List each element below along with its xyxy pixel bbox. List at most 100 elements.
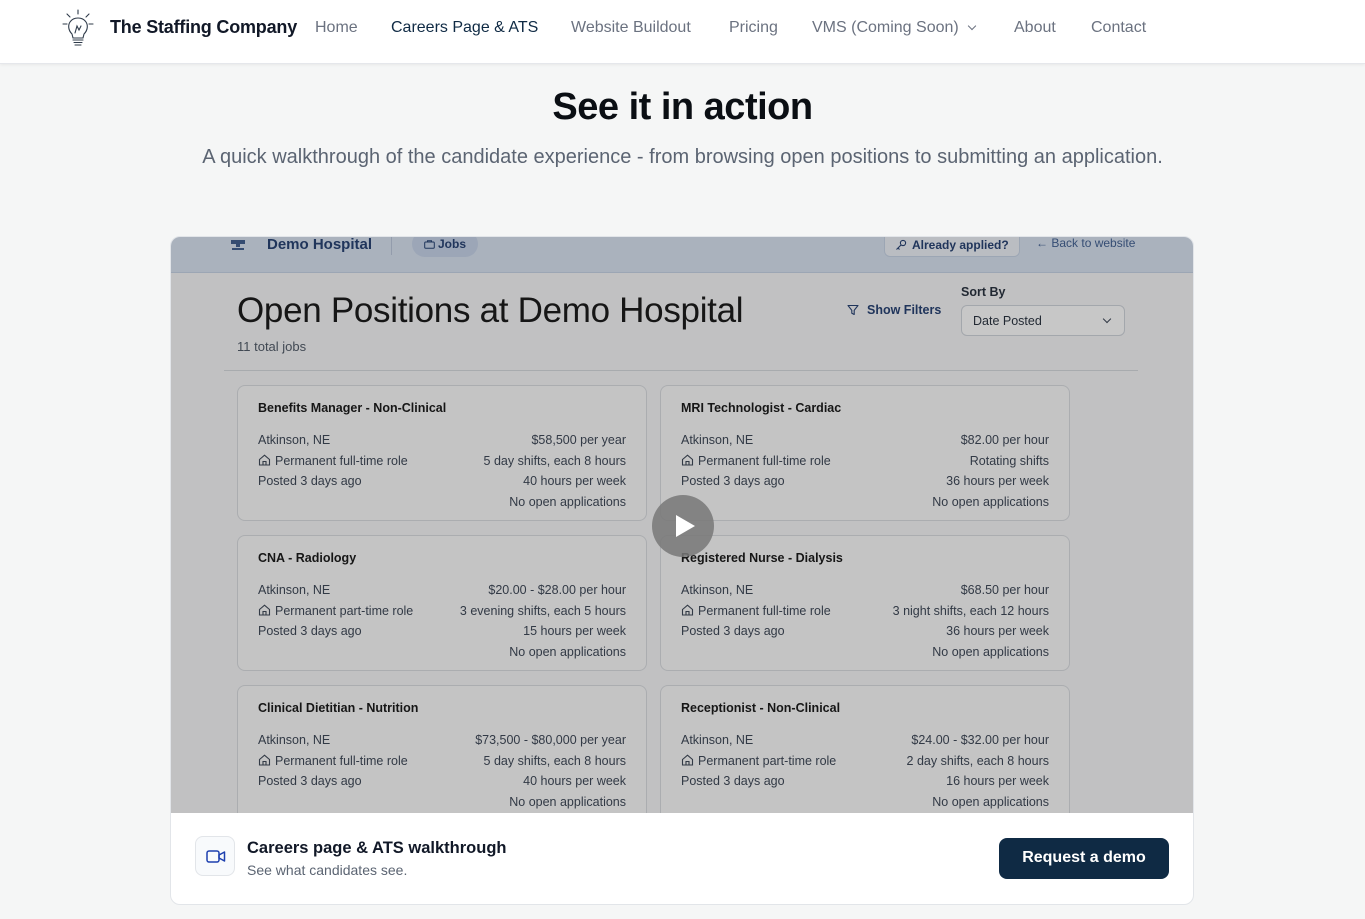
job-applications: No open applications — [932, 794, 1049, 809]
demo-app-header: Demo Hospital Jobs Already applied? ← Ba… — [171, 237, 1193, 273]
job-hours: 36 hours per week — [946, 474, 1049, 488]
header-divider — [391, 237, 392, 255]
job-card: Receptionist - Non-Clinical Atkinson, NE… — [660, 685, 1070, 813]
job-title: Receptionist - Non-Clinical — [681, 701, 841, 715]
job-card: Clinical Dietitian - Nutrition Atkinson,… — [237, 685, 647, 813]
home-icon — [258, 453, 271, 466]
job-details-left: Atkinson, NE Permanent full-time role Po… — [258, 430, 408, 492]
job-location: Atkinson, NE — [258, 433, 331, 447]
job-role-label: Permanent full-time role — [698, 603, 831, 618]
demo-sort-select: Date Posted — [961, 305, 1125, 336]
job-title: Clinical Dietitian - Nutrition — [258, 701, 419, 715]
job-card: Registered Nurse - Dialysis Atkinson, NE… — [660, 535, 1070, 671]
job-card: Benefits Manager - Non-Clinical Atkinson… — [237, 385, 647, 521]
job-pay: $24.00 - $32.00 per hour — [911, 733, 1049, 747]
job-details-right: $20.00 - $28.00 per hour 3 evening shift… — [460, 580, 626, 662]
job-applications: No open applications — [509, 794, 626, 809]
job-hours: 40 hours per week — [523, 774, 626, 788]
home-icon — [681, 603, 694, 616]
job-shifts: 3 night shifts, each 12 hours — [892, 603, 1049, 618]
job-role: Permanent part-time role — [258, 601, 413, 622]
job-pay: $20.00 - $28.00 per hour — [488, 583, 626, 597]
demo-sort-label: Sort By — [961, 285, 1006, 299]
job-hours: 16 hours per week — [946, 774, 1049, 788]
play-icon — [676, 515, 695, 537]
job-posted: Posted 3 days ago — [681, 474, 785, 488]
job-details-right: $73,500 - $80,000 per year 5 day shifts,… — [475, 730, 626, 812]
job-posted: Posted 3 days ago — [681, 774, 785, 788]
brand-name[interactable]: The Staffing Company — [110, 17, 297, 38]
job-role-label: Permanent full-time role — [698, 453, 831, 468]
demo-org-name: Demo Hospital — [267, 237, 373, 253]
job-applications: No open applications — [509, 494, 626, 509]
home-icon — [681, 453, 694, 466]
play-button[interactable] — [652, 495, 714, 557]
job-posted: Posted 3 days ago — [681, 624, 785, 638]
top-navigation: The Staffing Company Home Careers Page &… — [0, 0, 1365, 64]
demo-page-title: Open Positions at Demo Hospital — [237, 291, 744, 330]
demo-back-label: Back to website — [1051, 237, 1136, 250]
video-camera-icon — [195, 836, 235, 876]
job-role: Permanent full-time role — [258, 751, 408, 772]
job-applications: No open applications — [932, 494, 1049, 509]
job-title: Benefits Manager - Non-Clinical — [258, 401, 447, 415]
demo-jobs-tab: Jobs — [412, 237, 479, 257]
job-shifts: 3 evening shifts, each 5 hours — [459, 603, 626, 618]
divider — [224, 370, 1138, 371]
job-pay: $73,500 - $80,000 per year — [475, 733, 626, 747]
job-role-label: Permanent part-time role — [275, 603, 414, 618]
demo-job-count: 11 total jobs — [237, 339, 307, 354]
job-details-right: $58,500 per year 5 day shifts, each 8 ho… — [484, 430, 626, 512]
job-details-right: $82.00 per hour Rotating shifts 36 hours… — [932, 430, 1049, 512]
chevron-down-icon — [1102, 314, 1112, 324]
job-posted: Posted 3 days ago — [258, 474, 362, 488]
job-title: MRI Technologist - Cardiac — [681, 401, 842, 415]
job-details-left: Atkinson, NE Permanent part-time role Po… — [681, 730, 836, 792]
job-role-label: Permanent full-time role — [275, 753, 408, 768]
job-applications: No open applications — [509, 644, 626, 659]
nav-contact[interactable]: Contact — [1091, 19, 1146, 37]
job-pay: $82.00 per hour — [960, 433, 1049, 447]
job-title: CNA - Radiology — [258, 551, 357, 565]
job-role: Permanent full-time role — [681, 601, 831, 622]
job-pay: $68.50 per hour — [960, 583, 1049, 597]
nav-website-buildout[interactable]: Website Buildout — [571, 19, 691, 37]
nav-about[interactable]: About — [1014, 19, 1056, 37]
nav-home[interactable]: Home — [315, 19, 358, 37]
request-demo-button[interactable]: Request a demo — [999, 838, 1169, 879]
job-location: Atkinson, NE — [681, 733, 754, 747]
job-details-left: Atkinson, NE Permanent full-time role Po… — [258, 730, 408, 792]
job-hours: 36 hours per week — [946, 624, 1049, 638]
job-shifts: Rotating shifts — [969, 453, 1049, 468]
video-player[interactable]: Demo Hospital Jobs Already applied? ← Ba… — [171, 237, 1193, 813]
job-location: Atkinson, NE — [681, 583, 754, 597]
nav-vms-dropdown[interactable]: VMS (Coming Soon) — [812, 19, 976, 37]
demo-already-applied-button: Already applied? — [884, 237, 1020, 257]
home-icon — [681, 753, 694, 766]
section-title: See it in action — [552, 86, 813, 128]
demo-jobs-label: Jobs — [438, 237, 467, 251]
lightbulb-icon[interactable] — [62, 8, 94, 48]
hospital-logo-icon — [231, 240, 245, 250]
job-details-left: Atkinson, NE Permanent full-time role Po… — [681, 580, 831, 642]
demo-show-filters-label: Show Filters — [867, 303, 942, 317]
walkthrough-subtitle: See what candidates see. — [247, 862, 408, 878]
job-details-left: Atkinson, NE Permanent full-time role Po… — [681, 430, 831, 492]
arrow-left-icon: ← — [1036, 237, 1048, 250]
job-location: Atkinson, NE — [681, 433, 754, 447]
job-details-right: $24.00 - $32.00 per hour 2 day shifts, e… — [907, 730, 1049, 812]
nav-pricing[interactable]: Pricing — [729, 19, 778, 37]
briefcase-icon — [424, 240, 435, 249]
job-details-right: $68.50 per hour 3 night shifts, each 12 … — [893, 580, 1049, 662]
job-posted: Posted 3 days ago — [258, 624, 362, 638]
job-role-label: Permanent part-time role — [698, 753, 837, 768]
chevron-down-icon — [967, 21, 976, 31]
job-role: Permanent full-time role — [681, 451, 831, 472]
job-location: Atkinson, NE — [258, 583, 331, 597]
job-role: Permanent full-time role — [258, 451, 408, 472]
demo-sort-value: Date Posted — [973, 314, 1042, 328]
job-hours: 15 hours per week — [523, 624, 626, 638]
demo-show-filters: Show Filters — [847, 303, 941, 317]
demo-already-applied-label: Already applied? — [912, 238, 1009, 252]
nav-careers-page-ats[interactable]: Careers Page & ATS — [391, 19, 538, 37]
